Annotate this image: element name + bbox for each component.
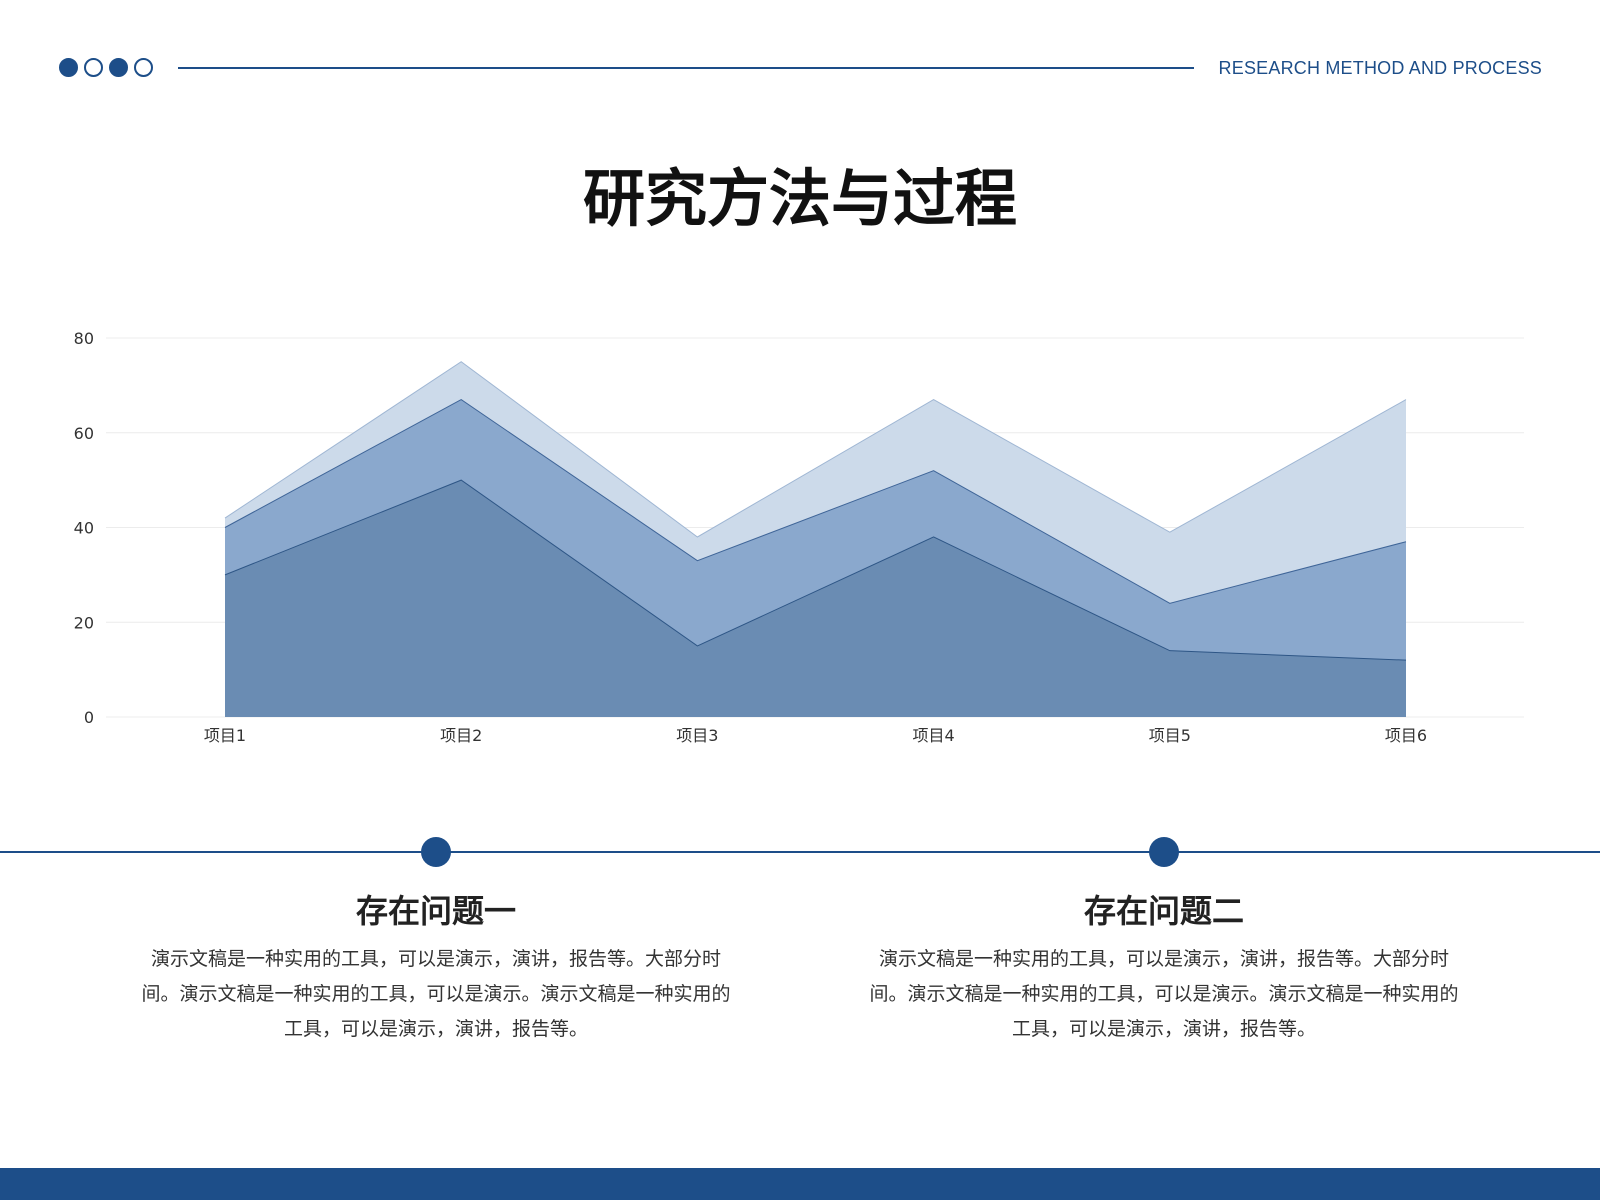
dot-filled-icon <box>59 58 78 77</box>
section-card-1: 存在问题一 演示文稿是一种实用的工具，可以是演示，演讲，报告等。大部分时间。演示… <box>116 886 756 1047</box>
dot-hollow-icon <box>84 58 103 77</box>
x-tick-label: 项目6 <box>1385 726 1427 745</box>
header-divider <box>178 67 1194 69</box>
x-tick-label: 项目1 <box>204 726 246 745</box>
y-tick-label: 40 <box>74 519 94 538</box>
section-title: 存在问题二 <box>1083 892 1244 930</box>
y-axis-ticks: 0 20 40 60 80 <box>74 329 94 727</box>
x-tick-label: 项目4 <box>913 726 955 745</box>
section-title: 存在问题一 <box>355 892 516 930</box>
y-tick-label: 60 <box>74 424 94 443</box>
timeline-node-icon <box>421 837 451 867</box>
x-tick-label: 项目5 <box>1149 726 1191 745</box>
section-body: 演示文稿是一种实用的工具，可以是演示，演讲，报告等。大部分时间。演示文稿是一种实… <box>869 948 1459 1040</box>
header-label: RESEARCH METHOD AND PROCESS <box>1218 58 1542 78</box>
dot-filled-icon <box>109 58 128 77</box>
chart-areas <box>224 361 1407 717</box>
y-tick-label: 80 <box>74 329 94 348</box>
y-tick-label: 0 <box>84 708 94 727</box>
area-chart: 0 20 40 60 80 项目1 项目2 项目3 项目4 项目5 项目6 <box>74 329 1524 745</box>
timeline-node-icon <box>1149 837 1179 867</box>
x-tick-label: 项目3 <box>676 726 718 745</box>
header-dots <box>59 58 153 77</box>
dot-hollow-icon <box>134 58 153 77</box>
page-title: 研究方法与过程 <box>582 162 1017 235</box>
x-axis-ticks: 项目1 项目2 项目3 项目4 项目5 项目6 <box>204 726 1427 745</box>
timeline-line <box>0 851 1600 853</box>
footer-bar <box>0 1168 1600 1200</box>
x-tick-label: 项目2 <box>440 726 482 745</box>
section-card-2: 存在问题二 演示文稿是一种实用的工具，可以是演示，演讲，报告等。大部分时间。演示… <box>844 886 1484 1047</box>
y-tick-label: 20 <box>74 613 94 632</box>
section-body: 演示文稿是一种实用的工具，可以是演示，演讲，报告等。大部分时间。演示文稿是一种实… <box>141 948 731 1040</box>
